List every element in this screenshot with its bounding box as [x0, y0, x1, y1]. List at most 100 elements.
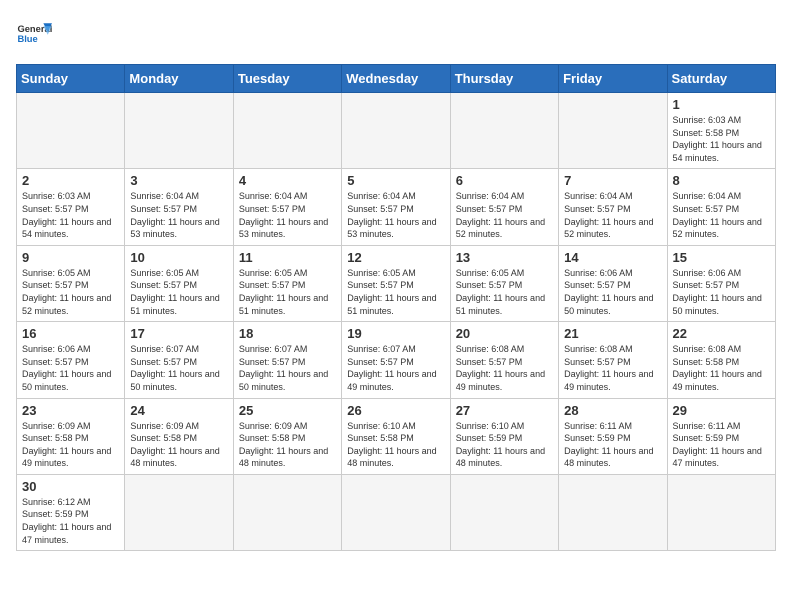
day-info: Sunrise: 6:12 AMSunset: 5:59 PMDaylight:…	[22, 496, 119, 546]
calendar-day-cell	[559, 474, 667, 550]
calendar-week-row: 2 Sunrise: 6:03 AMSunset: 5:57 PMDaylight…	[17, 169, 776, 245]
calendar-week-row: 23 Sunrise: 6:09 AMSunset: 5:58 PMDayligh…	[17, 398, 776, 474]
calendar-day-cell	[559, 93, 667, 169]
weekday-header-saturday: Saturday	[667, 65, 775, 93]
calendar-day-cell: 13Sunrise: 6:05 AMSunset: 5:57 PMDayligh…	[450, 245, 558, 321]
weekday-header-tuesday: Tuesday	[233, 65, 341, 93]
day-number: 30	[22, 479, 119, 494]
calendar-day-cell	[125, 93, 233, 169]
calendar-day-cell: 6 Sunrise: 6:04 AMSunset: 5:57 PMDaylight…	[450, 169, 558, 245]
day-number: 15	[673, 250, 770, 265]
day-info: Sunrise: 6:08 AMSunset: 5:58 PMDaylight:…	[673, 343, 770, 393]
calendar-day-cell	[450, 474, 558, 550]
weekday-header-thursday: Thursday	[450, 65, 558, 93]
day-number: 7	[564, 173, 661, 188]
calendar-day-cell	[233, 474, 341, 550]
day-info: Sunrise: 6:05 AMSunset: 5:57 PMDaylight:…	[22, 267, 119, 317]
day-number: 17	[130, 326, 227, 341]
day-info: Sunrise: 6:03 AMSunset: 5:57 PMDaylight:…	[22, 190, 119, 240]
weekday-header-friday: Friday	[559, 65, 667, 93]
day-number: 28	[564, 403, 661, 418]
calendar-week-row: 16 Sunrise: 6:06 AMSunset: 5:57 PMDayligh…	[17, 322, 776, 398]
page-header: General Blue	[16, 16, 776, 52]
day-info: Sunrise: 6:08 AMSunset: 5:57 PMDaylight:…	[456, 343, 553, 393]
day-number: 16	[22, 326, 119, 341]
day-number: 29	[673, 403, 770, 418]
day-number: 4	[239, 173, 336, 188]
calendar-day-cell: 23 Sunrise: 6:09 AMSunset: 5:58 PMDayligh…	[17, 398, 125, 474]
day-info: Sunrise: 6:04 AMSunset: 5:57 PMDaylight:…	[564, 190, 661, 240]
calendar-day-cell: 25 Sunrise: 6:09 AMSunset: 5:58 PMDayligh…	[233, 398, 341, 474]
day-info: Sunrise: 6:10 AMSunset: 5:58 PMDaylight:…	[347, 420, 444, 470]
day-info: Sunrise: 6:09 AMSunset: 5:58 PMDaylight:…	[130, 420, 227, 470]
day-info: Sunrise: 6:05 AMSunset: 5:57 PMDaylight:…	[239, 267, 336, 317]
calendar-day-cell: 9 Sunrise: 6:05 AMSunset: 5:57 PMDaylight…	[17, 245, 125, 321]
day-info: Sunrise: 6:04 AMSunset: 5:57 PMDaylight:…	[456, 190, 553, 240]
calendar-day-cell: 27 Sunrise: 6:10 AMSunset: 5:59 PMDayligh…	[450, 398, 558, 474]
day-info: Sunrise: 6:11 AMSunset: 5:59 PMDaylight:…	[564, 420, 661, 470]
day-info: Sunrise: 6:03 AMSunset: 5:58 PMDaylight:…	[673, 114, 770, 164]
calendar-day-cell: 29 Sunrise: 6:11 AMSunset: 5:59 PMDayligh…	[667, 398, 775, 474]
logo: General Blue	[16, 16, 52, 52]
calendar-table: SundayMondayTuesdayWednesdayThursdayFrid…	[16, 64, 776, 551]
day-number: 3	[130, 173, 227, 188]
day-number: 23	[22, 403, 119, 418]
calendar-day-cell: 21 Sunrise: 6:08 AMSunset: 5:57 PMDayligh…	[559, 322, 667, 398]
day-number: 18	[239, 326, 336, 341]
svg-text:Blue: Blue	[17, 34, 37, 44]
day-number: 13	[456, 250, 553, 265]
weekday-header-monday: Monday	[125, 65, 233, 93]
calendar-day-cell: 1Sunrise: 6:03 AMSunset: 5:58 PMDaylight…	[667, 93, 775, 169]
day-number: 25	[239, 403, 336, 418]
calendar-day-cell: 26 Sunrise: 6:10 AMSunset: 5:58 PMDayligh…	[342, 398, 450, 474]
logo-icon: General Blue	[16, 16, 52, 52]
day-number: 10	[130, 250, 227, 265]
day-info: Sunrise: 6:06 AMSunset: 5:57 PMDaylight:…	[22, 343, 119, 393]
calendar-day-cell: 3 Sunrise: 6:04 AMSunset: 5:57 PMDaylight…	[125, 169, 233, 245]
calendar-day-cell	[342, 93, 450, 169]
day-number: 19	[347, 326, 444, 341]
calendar-day-cell	[450, 93, 558, 169]
day-info: Sunrise: 6:11 AMSunset: 5:59 PMDaylight:…	[673, 420, 770, 470]
day-number: 9	[22, 250, 119, 265]
calendar-day-cell: 22 Sunrise: 6:08 AMSunset: 5:58 PMDayligh…	[667, 322, 775, 398]
calendar-day-cell: 28 Sunrise: 6:11 AMSunset: 5:59 PMDayligh…	[559, 398, 667, 474]
calendar-day-cell: 2 Sunrise: 6:03 AMSunset: 5:57 PMDaylight…	[17, 169, 125, 245]
calendar-day-cell	[125, 474, 233, 550]
calendar-day-cell: 11Sunrise: 6:05 AMSunset: 5:57 PMDayligh…	[233, 245, 341, 321]
day-number: 6	[456, 173, 553, 188]
day-number: 21	[564, 326, 661, 341]
weekday-header-wednesday: Wednesday	[342, 65, 450, 93]
weekday-header-sunday: Sunday	[17, 65, 125, 93]
calendar-day-cell: 8Sunrise: 6:04 AMSunset: 5:57 PMDaylight…	[667, 169, 775, 245]
day-info: Sunrise: 6:05 AMSunset: 5:57 PMDaylight:…	[347, 267, 444, 317]
calendar-week-row: 30 Sunrise: 6:12 AMSunset: 5:59 PMDayligh…	[17, 474, 776, 550]
day-info: Sunrise: 6:09 AMSunset: 5:58 PMDaylight:…	[22, 420, 119, 470]
day-number: 12	[347, 250, 444, 265]
day-info: Sunrise: 6:07 AMSunset: 5:57 PMDaylight:…	[130, 343, 227, 393]
day-number: 2	[22, 173, 119, 188]
day-info: Sunrise: 6:04 AMSunset: 5:57 PMDaylight:…	[130, 190, 227, 240]
day-info: Sunrise: 6:06 AMSunset: 5:57 PMDaylight:…	[673, 267, 770, 317]
calendar-day-cell: 15 Sunrise: 6:06 AMSunset: 5:57 PMDayligh…	[667, 245, 775, 321]
calendar-day-cell: 10 Sunrise: 6:05 AMSunset: 5:57 PMDayligh…	[125, 245, 233, 321]
calendar-day-cell: 19Sunrise: 6:07 AMSunset: 5:57 PMDayligh…	[342, 322, 450, 398]
calendar-day-cell	[667, 474, 775, 550]
day-number: 14	[564, 250, 661, 265]
day-number: 27	[456, 403, 553, 418]
day-number: 26	[347, 403, 444, 418]
calendar-week-row: 9 Sunrise: 6:05 AMSunset: 5:57 PMDaylight…	[17, 245, 776, 321]
day-info: Sunrise: 6:07 AMSunset: 5:57 PMDaylight:…	[239, 343, 336, 393]
weekday-header-row: SundayMondayTuesdayWednesdayThursdayFrid…	[17, 65, 776, 93]
day-number: 22	[673, 326, 770, 341]
calendar-day-cell: 24Sunrise: 6:09 AMSunset: 5:58 PMDayligh…	[125, 398, 233, 474]
day-info: Sunrise: 6:08 AMSunset: 5:57 PMDaylight:…	[564, 343, 661, 393]
day-info: Sunrise: 6:05 AMSunset: 5:57 PMDaylight:…	[130, 267, 227, 317]
calendar-day-cell: 4Sunrise: 6:04 AMSunset: 5:57 PMDaylight…	[233, 169, 341, 245]
day-info: Sunrise: 6:10 AMSunset: 5:59 PMDaylight:…	[456, 420, 553, 470]
calendar-day-cell: 18 Sunrise: 6:07 AMSunset: 5:57 PMDayligh…	[233, 322, 341, 398]
day-info: Sunrise: 6:09 AMSunset: 5:58 PMDaylight:…	[239, 420, 336, 470]
calendar-day-cell: 20 Sunrise: 6:08 AMSunset: 5:57 PMDayligh…	[450, 322, 558, 398]
day-info: Sunrise: 6:06 AMSunset: 5:57 PMDaylight:…	[564, 267, 661, 317]
day-number: 20	[456, 326, 553, 341]
